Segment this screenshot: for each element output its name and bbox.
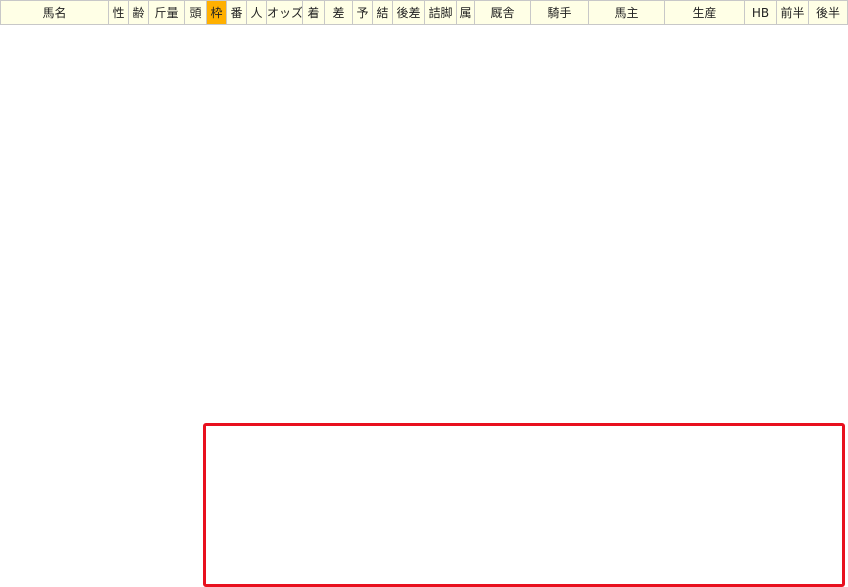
col-header-tsume[interactable]: 詰脚 (424, 0, 457, 25)
col-header-weight[interactable]: 斤量 (148, 0, 185, 25)
col-header-sex[interactable]: 性 (108, 0, 129, 25)
col-header-age[interactable]: 齢 (128, 0, 149, 25)
col-header-owner[interactable]: 馬主 (588, 0, 665, 25)
col-header-rank[interactable]: 着 (302, 0, 325, 25)
col-header-pred[interactable]: 予 (352, 0, 373, 25)
race-results-table: 馬名性齢斤量頭枠番人オッズ着差予結後差 詰脚属厩舎 騎手 馬主 生産 HB 前半 後半 (0, 0, 848, 25)
col-header-res[interactable]: 結 (372, 0, 393, 25)
col-header-ato[interactable]: 後半 (808, 0, 848, 25)
col-header-heads[interactable]: 頭 (184, 0, 207, 25)
col-header-jockey[interactable]: 騎手 (530, 0, 589, 25)
col-header-zoku[interactable]: 属 (456, 0, 475, 25)
col-header-mae[interactable]: 前半 (776, 0, 809, 25)
col-header-hb[interactable]: HB (744, 0, 777, 25)
col-header-breeder[interactable]: 生産 (664, 0, 745, 25)
col-header-waku[interactable]: 枠 (206, 0, 227, 25)
col-header-diff[interactable]: 差 (324, 0, 353, 25)
col-header-stable[interactable]: 厩舎 (474, 0, 531, 25)
col-header-odds[interactable]: オッズ (266, 0, 303, 25)
header-row: 馬名性齢斤量頭枠番人オッズ着差予結後差 詰脚属厩舎 騎手 馬主 生産 HB 前半 後半 (0, 0, 848, 25)
highlight-box (203, 423, 845, 587)
col-header-pop[interactable]: 人 (246, 0, 267, 25)
col-header-name[interactable]: 馬名 (0, 0, 109, 25)
col-header-ban[interactable]: 番 (226, 0, 247, 25)
col-header-atosa[interactable]: 後差 (392, 0, 425, 25)
